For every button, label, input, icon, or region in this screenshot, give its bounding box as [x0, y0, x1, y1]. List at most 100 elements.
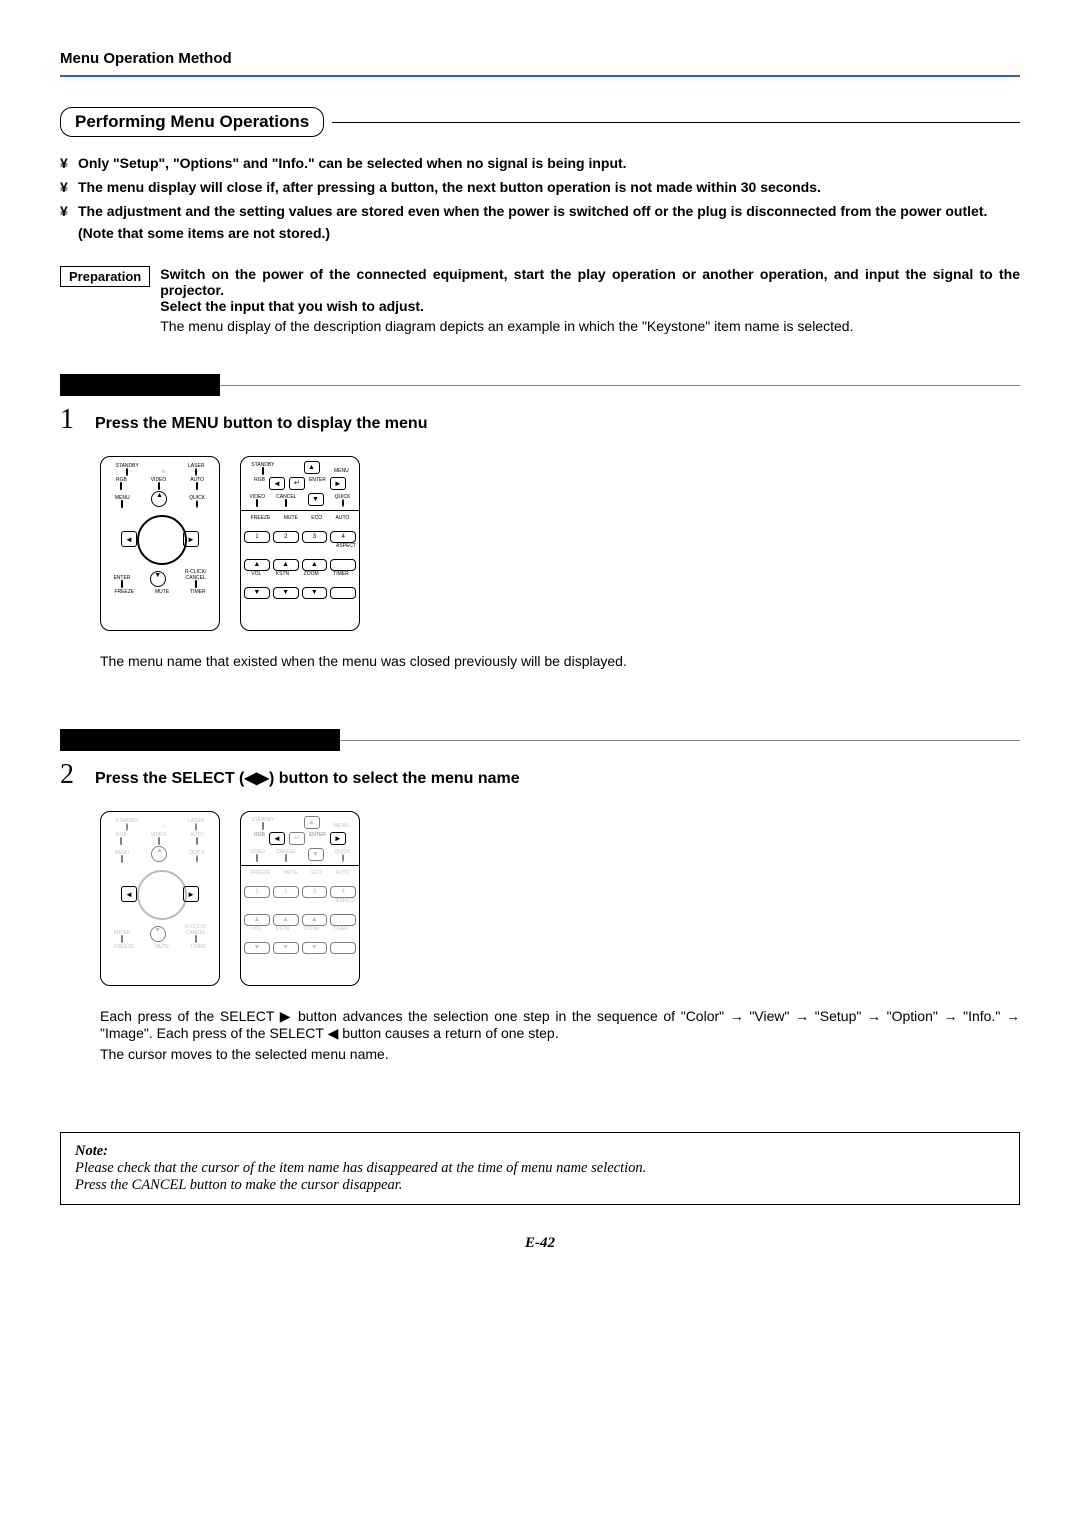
lbl-vol: VOL — [251, 571, 261, 577]
down-arrow-icon — [308, 848, 324, 861]
section-rule — [332, 122, 1020, 123]
enter-btn-icon — [121, 935, 123, 943]
lbl-freeze: FREEZE — [251, 870, 271, 876]
lbl-timer: TIMER — [190, 589, 206, 595]
note-line: Please check that the cursor of the item… — [75, 1160, 1005, 1177]
menu-btn-icon — [121, 855, 123, 863]
arrow-grid — [244, 914, 356, 926]
lbl-aspect: ASPECT — [244, 543, 356, 549]
num-1-icon: 1 — [244, 531, 270, 543]
step-2: 2 Press the SELECT (◀▶) button to select… — [60, 729, 1020, 1062]
num-4-icon: 4 — [330, 531, 356, 543]
gray-rule — [340, 740, 1020, 741]
lbl-mute: MUTE — [284, 515, 298, 521]
num-1-icon: 1 — [244, 886, 270, 898]
separator — [241, 510, 359, 511]
laser-btn-icon — [195, 823, 197, 831]
num-2-icon: 2 — [273, 531, 299, 543]
prep-bold-2: Select the input that you wish to adjust… — [160, 298, 1020, 314]
down-arrow-icon — [244, 587, 270, 599]
right-arrow-icon — [183, 531, 199, 547]
lbl-kstn: KSTN — [276, 926, 289, 932]
enter-btn-icon: ↵ — [289, 477, 305, 490]
cancel-btn-icon — [195, 580, 197, 588]
blank-btn-icon — [330, 587, 356, 599]
lbl-eco: ECO — [311, 870, 322, 876]
right-arrow-icon — [330, 477, 346, 490]
cancel-btn-icon — [285, 499, 287, 507]
blank-btn-icon — [330, 914, 356, 926]
standby-btn-icon — [126, 468, 128, 476]
lbl-eco: ECO — [311, 515, 322, 521]
lbl-auto: AUTO — [336, 870, 350, 876]
right-arrow-icon — [330, 832, 346, 845]
step-heading: 1 Press the MENU button to display the m… — [60, 404, 1020, 436]
lbl-auto: AUTO — [336, 515, 350, 521]
lbl-timer: TIMER — [190, 944, 206, 950]
lbl-kstn: KSTN — [276, 571, 289, 577]
lbl-mute: MUTE — [155, 944, 169, 950]
left-arrow-icon — [121, 886, 137, 902]
menu-btn-icon — [121, 500, 123, 508]
remote-illustrations: STANDBY○LASER RGBVIDEOAUTO MENUQUICK ENT… — [100, 456, 1020, 631]
quick-btn-icon — [196, 855, 198, 863]
number-grid: 1234 — [244, 886, 356, 898]
video-btn-icon — [256, 854, 258, 862]
lbl-vol: VOL — [251, 926, 261, 932]
lbl-menu: MENU — [334, 823, 349, 829]
body-text: Each press of the SELECT ▶ button advanc… — [100, 1008, 1020, 1042]
bullet-subtext: (Note that some items are not stored.) — [78, 225, 1020, 241]
standby-btn-icon — [262, 467, 264, 475]
down-arrow-icon — [150, 926, 166, 942]
lbl-timer: TIMER — [333, 571, 349, 577]
step-1-body: The menu name that existed when the menu… — [100, 653, 1020, 669]
note-box: Note: Please check that the cursor of th… — [60, 1132, 1020, 1205]
note-line: Press the CANCEL button to make the curs… — [75, 1177, 1005, 1194]
lbl-freeze: FREEZE — [114, 944, 134, 950]
preparation-text: Switch on the power of the connected equ… — [160, 266, 1020, 334]
video-btn-icon — [158, 482, 160, 490]
arrow-grid-2 — [244, 587, 356, 599]
num-2-icon: 2 — [273, 886, 299, 898]
preparation-block: Preparation Switch on the power of the c… — [60, 266, 1020, 334]
rgb-btn-icon — [120, 482, 122, 490]
enter-btn-icon: ↵ — [289, 832, 305, 845]
arrow-grid-2 — [244, 942, 356, 954]
remote-diagram-a: STANDBY○LASER RGBVIDEOAUTO MENUQUICK ENT… — [100, 456, 220, 631]
black-bar — [60, 374, 220, 396]
up-arrow-icon — [304, 816, 320, 829]
up-arrow-icon — [273, 914, 299, 926]
step-number: 2 — [60, 759, 95, 791]
lbl-rgb: RGB — [254, 477, 265, 490]
laser-btn-icon — [195, 468, 197, 476]
lbl-mute: MUTE — [284, 870, 298, 876]
lbl-aspect: ASPECT — [244, 898, 356, 904]
number-grid: 1234 — [244, 531, 356, 543]
bullet-text: The adjustment and the setting values ar… — [78, 203, 987, 219]
down-arrow-icon — [308, 493, 324, 506]
step-bar-row — [60, 374, 1020, 396]
prep-regular: The menu display of the description diag… — [160, 318, 1020, 334]
up-arrow-icon — [302, 914, 328, 926]
blank-btn-icon — [330, 559, 356, 571]
bullet-item: Only "Setup", "Options" and "Info." can … — [60, 155, 1020, 171]
down-arrow-icon — [302, 942, 328, 954]
step-title: Press the SELECT (◀▶) button to select t… — [95, 768, 520, 788]
standby-btn-icon — [262, 822, 264, 830]
down-arrow-icon — [273, 587, 299, 599]
bullet-item: The adjustment and the setting values ar… — [60, 203, 1020, 241]
section-title-row: Performing Menu Operations — [60, 107, 1020, 137]
left-arrow-icon — [269, 832, 285, 845]
lbl-mute: MUTE — [155, 589, 169, 595]
num-3-icon: 3 — [302, 886, 328, 898]
preparation-label: Preparation — [60, 266, 150, 287]
page-number: E-42 — [60, 1235, 1020, 1252]
up-arrow-icon — [151, 491, 167, 507]
video-btn-icon — [256, 499, 258, 507]
right-arrow-icon — [183, 886, 199, 902]
up-arrow-icon — [304, 461, 320, 474]
auto-btn-icon — [196, 837, 198, 845]
lbl-rgb: RGB — [254, 832, 265, 845]
step-number: 1 — [60, 404, 95, 436]
cancel-btn-icon — [285, 854, 287, 862]
